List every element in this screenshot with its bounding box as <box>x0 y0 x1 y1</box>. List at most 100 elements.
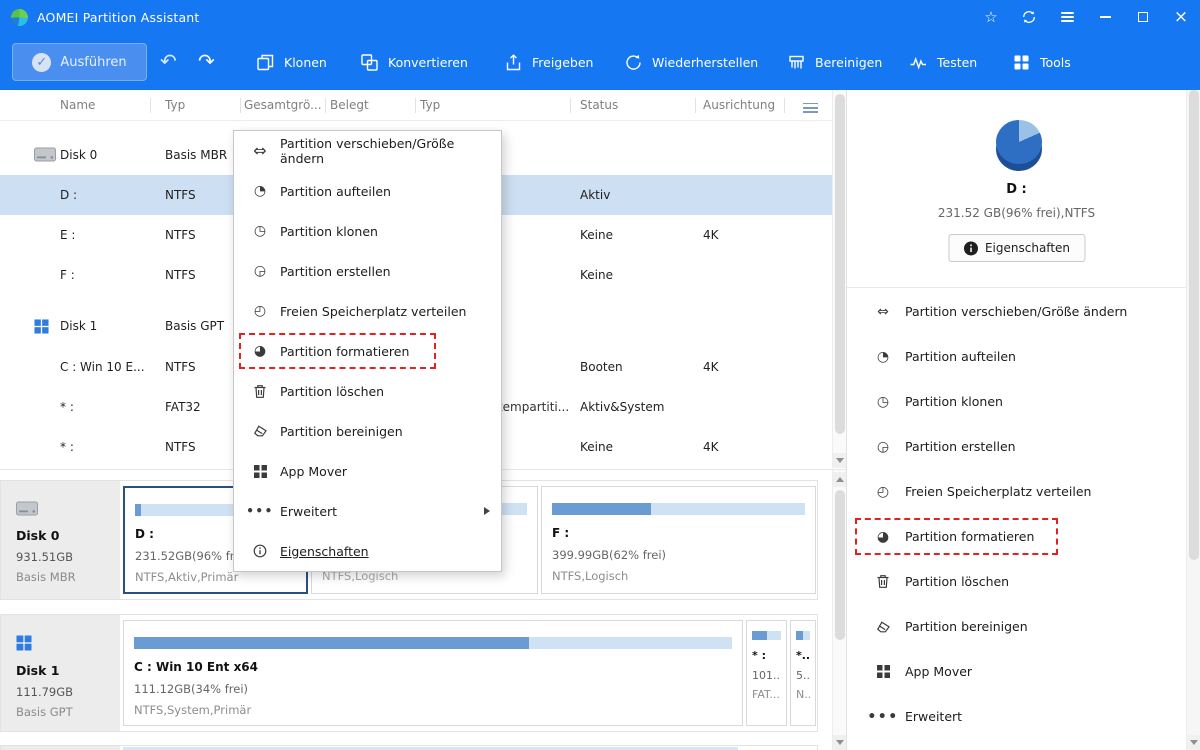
sidebar-item-label: Partition klonen <box>905 394 1003 409</box>
column-header-typ2[interactable]: Typ <box>420 90 440 121</box>
sidebar-item-label: Partition bereinigen <box>905 619 1028 634</box>
column-header-name[interactable]: Name <box>60 90 95 121</box>
menu-item-verschieben[interactable]: ⇔ Partition verschieben/Größe ändern <box>234 131 501 171</box>
row-typ: Basis GPT <box>165 306 224 346</box>
sidebar-item-klonen[interactable]: ◷ Partition klonen <box>847 379 1186 424</box>
disk-size: 931.51GB <box>16 550 120 564</box>
redo-button[interactable]: ↷ <box>198 50 215 72</box>
properties-button[interactable]: Eigenschaften <box>948 234 1085 262</box>
create-partition-icon: ◶ <box>251 264 269 278</box>
column-header-belegt[interactable]: Belegt <box>330 90 369 121</box>
row-typ: NTFS <box>165 215 196 255</box>
sidebar-item-formatieren[interactable]: ◕ Partition formatieren <box>847 514 1186 559</box>
sidebar-item-verschieben[interactable]: ⇔ Partition verschieben/Größe ändern <box>847 289 1186 334</box>
partition-label: *... <box>796 649 810 664</box>
toolbar: ✓ Ausführen ↶ ↷ Klonen Konvertieren Frei… <box>0 34 1200 90</box>
disk-usage-pie-chart <box>994 118 1044 170</box>
toolbar-item-konvertieren[interactable]: Konvertieren <box>360 34 468 90</box>
disk-size: 111.79GB <box>16 685 120 699</box>
scrollbar-thumb[interactable] <box>1189 90 1199 560</box>
table-scrollbar[interactable] <box>832 90 846 468</box>
wipe-partition-icon <box>874 620 892 634</box>
sidebar-item-bereinigen[interactable]: Partition bereinigen <box>847 604 1186 649</box>
info-icon <box>963 241 978 256</box>
close-icon: × <box>1174 9 1188 26</box>
maximize-button[interactable] <box>1124 0 1162 34</box>
check-circle-icon: ✓ <box>32 53 51 72</box>
menu-item-app-mover[interactable]: App Mover <box>234 451 501 491</box>
sidebar-scrollbar[interactable] <box>1186 90 1200 750</box>
toolbar-item-label: Tools <box>1040 55 1071 70</box>
properties-icon <box>251 544 269 558</box>
menu-item-eigenschaften[interactable]: Eigenschaften <box>234 531 501 571</box>
scrollbar-thumb[interactable] <box>835 94 845 434</box>
usage-bar <box>796 631 810 640</box>
sidebar-item-speicherplatz-verteilen[interactable]: ◴ Freien Speicherplatz verteilen <box>847 469 1186 514</box>
column-header-gesamtgroesse[interactable]: Gesamtgrö... <box>244 90 322 121</box>
scroll-down-button[interactable] <box>1187 735 1200 750</box>
disk0-info[interactable]: Disk 0 931.51GB Basis MBR <box>1 481 120 599</box>
scroll-down-button[interactable] <box>833 735 847 750</box>
execute-button[interactable]: ✓ Ausführen <box>12 43 147 81</box>
undo-button[interactable]: ↶ <box>160 50 177 72</box>
toolbar-item-testen[interactable]: Testen <box>909 34 977 90</box>
minimize-icon <box>1100 16 1111 18</box>
menu-item-erstellen[interactable]: ◶ Partition erstellen <box>234 251 501 291</box>
menu-item-label: Partition klonen <box>280 224 378 239</box>
row-name: Disk 0 <box>60 135 97 175</box>
toolbar-item-bereinigen[interactable]: Bereinigen <box>787 34 882 90</box>
share-icon <box>504 53 523 72</box>
update-button[interactable] <box>1010 0 1048 34</box>
panels-scrollbar[interactable] <box>832 470 846 750</box>
move-resize-icon: ⇔ <box>251 143 269 159</box>
view-options-icon[interactable] <box>803 100 818 116</box>
menu-item-loeschen[interactable]: Partition löschen <box>234 371 501 411</box>
partition-block-c[interactable]: C : Win 10 Ent x64 111.12GB(34% frei) NT… <box>123 620 743 726</box>
menu-item-label: Freien Speicherplatz verteilen <box>280 304 466 319</box>
row-status: Aktiv <box>580 175 610 215</box>
scrollbar-thumb[interactable] <box>835 490 845 640</box>
sidebar-action-list: ⇔ Partition verschieben/Größe ändern ◔ P… <box>847 289 1186 739</box>
undo-icon: ↶ <box>160 49 177 73</box>
sidebar-item-erstellen[interactable]: ◶ Partition erstellen <box>847 424 1186 469</box>
hamburger-icon <box>1061 10 1074 25</box>
favorite-button[interactable]: ☆ <box>972 0 1010 34</box>
toolbar-item-klonen[interactable]: Klonen <box>256 34 327 90</box>
partition-block-small2[interactable]: *... 5... N... <box>790 620 816 726</box>
create-partition-icon: ◶ <box>874 440 892 454</box>
partition-block-small1[interactable]: * : 101... FAT... <box>746 620 787 726</box>
move-resize-icon: ⇔ <box>874 305 892 319</box>
toolbar-item-wiederherstellen[interactable]: Wiederherstellen <box>624 34 758 90</box>
column-header-typ[interactable]: Typ <box>165 90 185 121</box>
close-button[interactable]: × <box>1162 0 1200 34</box>
star-icon: ☆ <box>984 10 997 25</box>
partition-label: C : Win 10 Ent x64 <box>134 660 732 676</box>
row-name: E : <box>60 215 75 255</box>
sidebar-item-app-mover[interactable]: App Mover <box>847 649 1186 694</box>
maximize-icon <box>1138 12 1148 22</box>
menu-item-formatieren[interactable]: ◕ Partition formatieren <box>234 331 501 371</box>
sidebar-item-aufteilen[interactable]: ◔ Partition aufteilen <box>847 334 1186 379</box>
menu-item-aufteilen[interactable]: ◔ Partition aufteilen <box>234 171 501 211</box>
menu-item-klonen[interactable]: ◷ Partition klonen <box>234 211 501 251</box>
menu-item-bereinigen[interactable]: Partition bereinigen <box>234 411 501 451</box>
scroll-up-button[interactable] <box>833 472 847 487</box>
toolbar-item-tools[interactable]: Tools <box>1012 34 1071 90</box>
disk1-info[interactable]: Disk 1 111.79GB Basis GPT <box>1 615 120 731</box>
toolbar-item-freigeben[interactable]: Freigeben <box>504 34 593 90</box>
disk-name: Disk 0 <box>16 528 120 543</box>
selected-drive-info: 231.52 GB(96% frei),NTFS <box>847 206 1186 220</box>
main-menu-button[interactable] <box>1048 0 1086 34</box>
scroll-down-button[interactable] <box>833 453 847 468</box>
partition-block-f[interactable]: F : 399.99GB(62% frei) NTFS,Logisch <box>541 486 816 594</box>
menu-item-erweitert[interactable]: ••• Erweitert <box>234 491 501 531</box>
column-header-ausrichtung[interactable]: Ausrichtung <box>703 90 775 121</box>
sidebar-item-loeschen[interactable]: Partition löschen <box>847 559 1186 604</box>
menu-item-speicherplatz-verteilen[interactable]: ◴ Freien Speicherplatz verteilen <box>234 291 501 331</box>
sidebar-item-erweitert[interactable]: ••• Erweitert <box>847 694 1186 739</box>
minimize-button[interactable] <box>1086 0 1124 34</box>
window-title: AOMEI Partition Assistant <box>37 10 200 25</box>
disk-name: Disk 1 <box>16 663 120 678</box>
column-header-status[interactable]: Status <box>580 90 618 121</box>
toolbar-item-label: Wiederherstellen <box>652 55 758 70</box>
